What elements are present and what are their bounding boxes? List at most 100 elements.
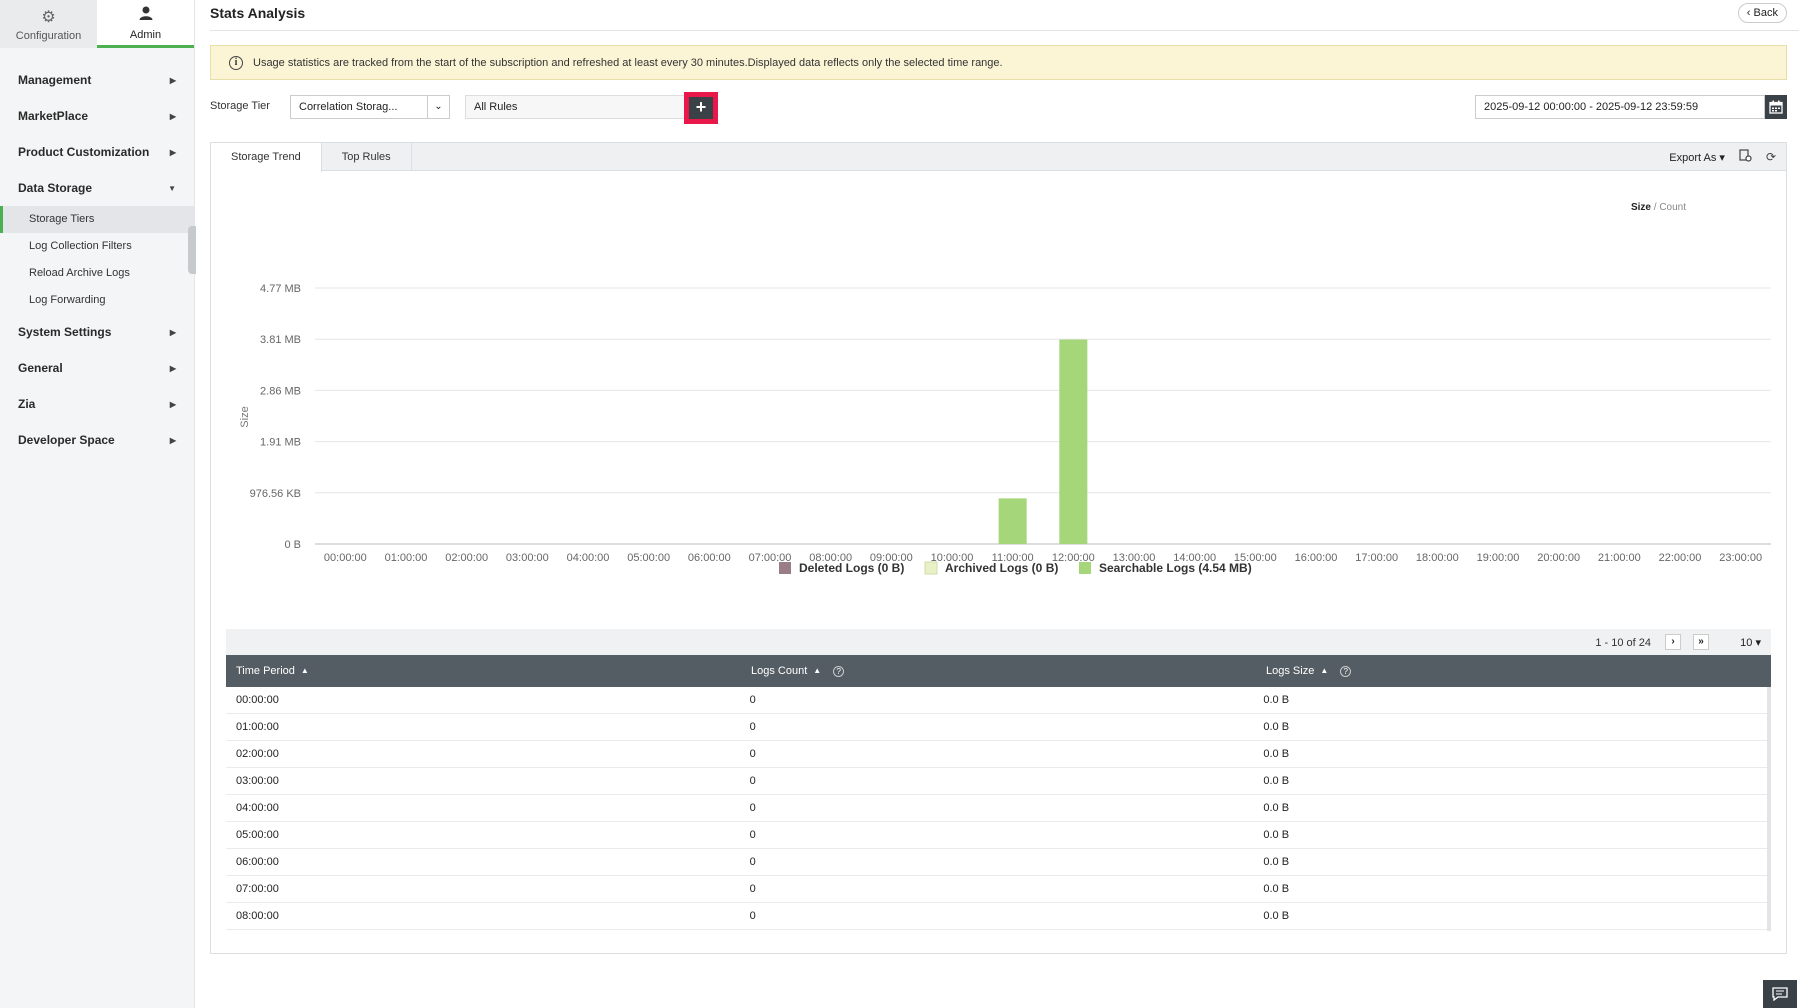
sidebar-item-data-storage[interactable]: Data Storage ▼ <box>0 170 194 206</box>
tab-configuration[interactable]: ⚙ Configuration <box>0 0 97 48</box>
refresh-icon[interactable]: ⟳ <box>1766 150 1776 164</box>
cell-time-period: 04:00:00 <box>236 802 279 814</box>
col-time-period[interactable]: Time Period ▲ <box>226 655 741 687</box>
sidebar-item-zia[interactable]: Zia ▶ <box>0 386 194 422</box>
cell-logs-size: 0.0 B <box>1263 883 1290 895</box>
bar-searchable <box>1059 339 1088 544</box>
y-tick-label: 2.86 MB <box>260 385 301 397</box>
cell-time-period: 07:00:00 <box>236 883 279 895</box>
chat-icon <box>1772 987 1788 1001</box>
sidebar: ⚙ Configuration Admin Management ▶ Market… <box>0 0 196 1008</box>
sidebar-subitem-storage-tiers[interactable]: Storage Tiers <box>0 206 194 233</box>
table-row[interactable]: 01:00:00 0 0.0 B <box>226 714 1767 741</box>
info-banner-text: Usage statistics are tracked from the st… <box>253 56 1003 69</box>
cell-logs-size: 0.0 B <box>1263 802 1290 814</box>
cell-logs-count: 0 <box>749 694 756 706</box>
caret-right-icon: ▶ <box>169 75 176 85</box>
export-as-label: Export As <box>1669 151 1717 164</box>
cell-logs-count: 0 <box>749 910 756 922</box>
stats-panel: Storage Trend Top Rules Export As ▾ ⟳ Si… <box>210 142 1787 954</box>
table-header: Time Period ▲ Logs Count ▲? Logs Size ▲? <box>226 655 1771 687</box>
storage-tier-select[interactable]: Correlation Storag... ⌄ <box>290 95 450 119</box>
tab-top-rules[interactable]: Top Rules <box>322 143 412 170</box>
sort-asc-icon[interactable]: ▲ <box>813 655 821 687</box>
x-tick-label: 17:00:00 <box>1355 552 1398 564</box>
x-tick-label: 00:00:00 <box>324 552 367 564</box>
caret-down-icon: ▼ <box>168 183 176 193</box>
sidebar-subitem-log-collection-filters[interactable]: Log Collection Filters <box>0 233 194 260</box>
user-icon <box>138 5 154 26</box>
chart-svg: 0 B 976.56 KB 1.91 MB 2.86 MB 3.81 MB 4.77 MB… <box>239 283 1771 575</box>
sidebar-item-label: General <box>18 361 63 375</box>
report-settings-icon[interactable] <box>1739 149 1752 165</box>
title-divider <box>210 30 1799 31</box>
caret-right-icon: ▶ <box>169 111 176 121</box>
table-row[interactable]: 03:00:00 0 0.0 B <box>226 768 1767 795</box>
main-content: Stats Analysis ‹ Back i Usage statistics… <box>195 0 1799 1008</box>
storage-tier-label: Storage Tier <box>210 100 270 112</box>
caret-down-icon: ▾ <box>1719 151 1725 164</box>
col-header-label: Time Period <box>236 665 295 677</box>
col-logs-count[interactable]: Logs Count ▲? <box>741 655 1256 687</box>
toggle-count[interactable]: Count <box>1659 202 1686 213</box>
chat-button[interactable] <box>1763 980 1797 1008</box>
legend-swatch <box>779 562 791 574</box>
sidebar-item-product-customization[interactable]: Product Customization ▶ <box>0 134 194 170</box>
export-as-dropdown[interactable]: Export As ▾ <box>1669 151 1725 164</box>
tab-storage-trend[interactable]: Storage Trend <box>211 143 322 172</box>
col-logs-size[interactable]: Logs Size ▲? <box>1256 655 1771 687</box>
date-range-input[interactable]: 2025-09-12 00:00:00 - 2025-09-12 23:59:5… <box>1475 95 1765 119</box>
plus-icon: + <box>689 97 713 119</box>
sidebar-item-developer-space[interactable]: Developer Space ▶ <box>0 422 194 458</box>
table-row[interactable]: 08:00:00 0 0.0 B <box>226 903 1767 930</box>
sidebar-item-label: System Settings <box>18 325 112 339</box>
table-pager: 1 - 10 of 24 › » 10 ▾ <box>226 629 1771 655</box>
last-page-button[interactable]: » <box>1693 634 1709 650</box>
tab-admin[interactable]: Admin <box>97 0 194 48</box>
x-tick-label: 19:00:00 <box>1477 552 1520 564</box>
y-axis-label: Size <box>239 406 251 427</box>
sidebar-item-marketplace[interactable]: MarketPlace ▶ <box>0 98 194 134</box>
next-page-button[interactable]: › <box>1665 634 1681 650</box>
cell-time-period: 00:00:00 <box>236 694 279 706</box>
cell-logs-size: 0.0 B <box>1263 694 1290 706</box>
table-row[interactable]: 02:00:00 0 0.0 B <box>226 741 1767 768</box>
size-count-toggle[interactable]: Size / Count <box>1631 202 1686 213</box>
table-row[interactable]: 05:00:00 0 0.0 B <box>226 822 1767 849</box>
back-button[interactable]: ‹ Back <box>1737 3 1787 23</box>
table-row[interactable]: 07:00:00 0 0.0 B <box>226 876 1767 903</box>
toggle-size[interactable]: Size <box>1631 202 1651 213</box>
sidebar-item-general[interactable]: General ▶ <box>0 350 194 386</box>
per-page-value: 10 <box>1740 637 1753 649</box>
sidebar-item-management[interactable]: Management ▶ <box>0 62 194 98</box>
tab-configuration-label: Configuration <box>15 29 82 42</box>
help-icon[interactable]: ? <box>833 665 845 677</box>
sidebar-item-label: Data Storage <box>18 181 93 195</box>
table-row[interactable]: 04:00:00 0 0.0 B <box>226 795 1767 822</box>
add-rule-button[interactable]: + <box>684 92 718 124</box>
sort-asc-icon[interactable]: ▲ <box>1320 655 1328 687</box>
sort-asc-icon[interactable]: ▲ <box>301 655 309 687</box>
x-tick-label: 06:00:00 <box>688 552 731 564</box>
sidebar-subitem-reload-archive-logs[interactable]: Reload Archive Logs <box>0 260 194 287</box>
rules-input[interactable]: All Rules <box>465 95 685 119</box>
help-icon[interactable]: ? <box>1340 665 1352 677</box>
table-row[interactable]: 06:00:00 0 0.0 B <box>226 849 1767 876</box>
cell-logs-count: 0 <box>749 721 756 733</box>
per-page-select[interactable]: 10 ▾ <box>1740 636 1761 649</box>
y-tick-label: 976.56 KB <box>250 488 301 500</box>
cell-time-period: 05:00:00 <box>236 829 279 841</box>
cell-logs-count: 0 <box>749 829 756 841</box>
caret-down-icon: ▾ <box>1755 637 1761 649</box>
sidebar-subitem-log-forwarding[interactable]: Log Forwarding <box>0 287 194 314</box>
sidebar-item-label: MarketPlace <box>18 109 89 123</box>
caret-right-icon: ▶ <box>169 399 176 409</box>
sidebar-item-system-settings[interactable]: System Settings ▶ <box>0 314 194 350</box>
cell-logs-size: 0.0 B <box>1263 910 1290 922</box>
calendar-button[interactable] <box>1765 95 1787 119</box>
info-banner: i Usage statistics are tracked from the … <box>210 45 1787 80</box>
table-row[interactable]: 00:00:00 0 0.0 B <box>226 687 1767 714</box>
legend-label: Archived Logs (0 B) <box>945 561 1058 575</box>
cell-logs-count: 0 <box>749 748 756 760</box>
filter-bar: Storage Tier Correlation Storag... ⌄ All… <box>210 92 1787 124</box>
